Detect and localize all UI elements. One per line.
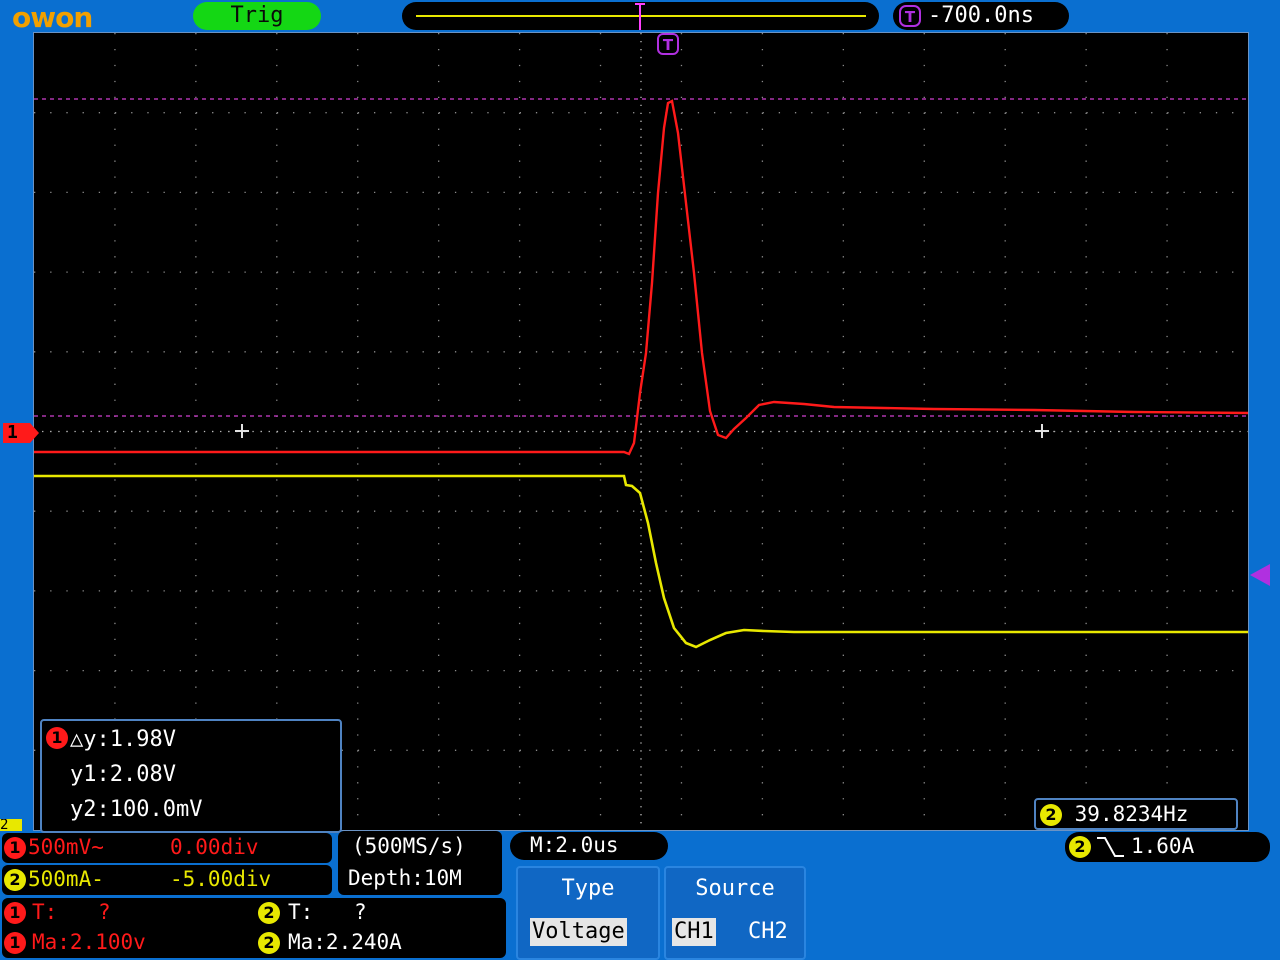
timebase-pill[interactable]: M:2.0us <box>510 832 668 860</box>
ch2-ground-marker[interactable]: 2 <box>0 819 22 831</box>
cursor-y1: y1:2.08V <box>70 762 176 787</box>
ch2-badge: 2 <box>4 869 26 891</box>
ch1-offset: 0.00div <box>170 835 259 859</box>
trigger-level-marker[interactable] <box>1250 564 1270 586</box>
logo-text: owon <box>12 2 92 32</box>
ch1-badge: 1 <box>46 727 68 749</box>
measurement-pane: 1 T: ? 2 T: ? 1 Ma:2.100v 2 Ma:2.240A <box>2 898 506 958</box>
ch1-badge: 1 <box>4 837 26 859</box>
waveform-display <box>33 32 1249 831</box>
menu-source-ch1[interactable]: CH1 <box>672 918 716 946</box>
svg-text:T: T <box>663 36 674 54</box>
ch1-ground-marker[interactable]: 1 <box>3 423 39 443</box>
trigger-status-badge: Trig <box>193 2 321 30</box>
cursor-delta-y: △y:1.98V <box>70 727 176 752</box>
memory-depth: Depth:10M <box>348 866 462 890</box>
ch2-badge: 2 <box>258 932 280 954</box>
cursor-readout-panel: 1 △y:1.98V y1:2.08V y2:100.0mV <box>40 719 342 833</box>
menu-source-title: Source <box>695 876 775 901</box>
sample-rate: (500MS/s) <box>352 834 466 858</box>
ch2-settings-pane[interactable]: 2 500mA- -5.00div <box>2 865 332 895</box>
trigger-position-indicator <box>639 4 641 30</box>
ch1-period-value: ? <box>98 900 111 924</box>
ch2-max: Ma:2.240A <box>288 930 402 954</box>
ch2-scale: 500mA- <box>28 867 104 891</box>
trigger-info-pill[interactable]: 2 1.60A <box>1065 832 1270 862</box>
menu-type-button[interactable]: Type Voltage <box>516 866 660 960</box>
ch2-badge: 2 <box>1069 836 1091 858</box>
trigger-icon: T <box>899 5 921 27</box>
timebase-value: M:2.0us <box>530 833 619 857</box>
ch2-badge: 2 <box>258 902 280 924</box>
menu-source-button[interactable]: Source CH1 CH2 <box>664 866 806 960</box>
menu-source-ch2[interactable]: CH2 <box>746 918 790 946</box>
menu-type-voltage[interactable]: Voltage <box>530 918 627 946</box>
graticule <box>34 33 1248 830</box>
ch1-settings-pane[interactable]: 1 500mV~ 0.00div <box>2 833 332 863</box>
ch2-period-value: ? <box>354 900 367 924</box>
cursor-crosshair-icon <box>1035 424 1049 438</box>
svg-text:T: T <box>905 8 916 26</box>
trigger-level-value: 1.60A <box>1131 834 1195 858</box>
frequency-readout: 2 39.8234Hz <box>1034 798 1238 830</box>
ch2-badge: 2 <box>1040 804 1062 826</box>
ch1-max: Ma:2.100v <box>32 930 146 954</box>
frequency-value: 39.8234Hz <box>1074 802 1189 826</box>
cursor-y2: y2:100.0mV <box>70 797 203 822</box>
ch2-waveform <box>34 474 1248 649</box>
acquisition-pane: (500MS/s) Depth:10M <box>338 831 502 895</box>
ch2-offset: -5.00div <box>170 867 272 891</box>
ch1-period-label: T: <box>32 900 58 924</box>
owon-logo: owon <box>12 2 93 32</box>
falling-edge-icon <box>1097 837 1124 857</box>
trigger-position-marker-icon: T <box>657 33 679 55</box>
memory-bar <box>416 15 866 17</box>
ch1-badge: 1 <box>4 902 26 924</box>
ch1-waveform <box>34 99 1248 456</box>
ch2-period-label: T: <box>288 900 314 924</box>
trigger-position-timeline <box>402 2 879 30</box>
horizontal-position-value: -700.0ns <box>928 3 1034 28</box>
cursor-crosshair-icon <box>235 424 249 438</box>
ch1-badge: 1 <box>4 932 26 954</box>
ch1-scale: 500mV~ <box>28 835 104 859</box>
menu-type-title: Type <box>561 876 615 901</box>
